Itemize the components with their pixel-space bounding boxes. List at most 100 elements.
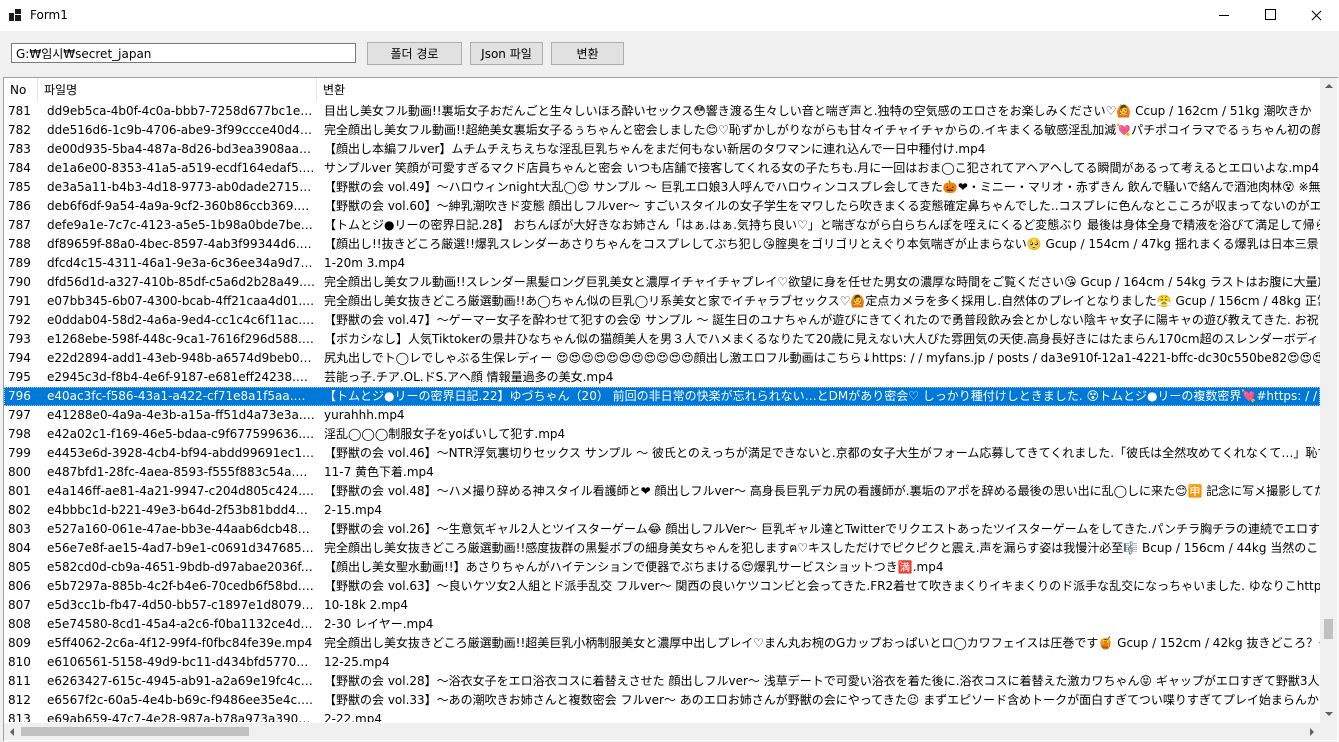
row-no-cell[interactable]: 786 bbox=[8, 197, 38, 216]
table-row[interactable]: 783 de00d935-5ba4-487a-8d26-bd3ea3908aa4.… bbox=[4, 140, 1320, 159]
scroll-down-arrow-icon[interactable] bbox=[1320, 706, 1337, 723]
minimize-icon[interactable] bbox=[1201, 0, 1247, 31]
table-row[interactable]: 800 e487bfd1-28fc-4aea-8593-f555f883c54a.… bbox=[4, 463, 1320, 482]
table-row[interactable]: 793 e1268ebe-598f-448c-9ca1-7616f296d588.… bbox=[4, 330, 1320, 349]
row-converted-cell[interactable]: 2-30 レイヤー.mp4 bbox=[324, 615, 1320, 634]
row-filename-cell[interactable]: dd9eb5ca-4b0f-4c0a-bbb7-7258d677bc1e.mp4 bbox=[47, 102, 315, 121]
table-row[interactable]: 801 e4a146ff-ae81-4a21-9947-c204d805c424.… bbox=[4, 482, 1320, 501]
row-no-cell[interactable]: 782 bbox=[8, 121, 38, 140]
row-filename-cell[interactable]: de3a5a11-b4b3-4d18-9773-ab0dade27151.m..… bbox=[47, 178, 315, 197]
row-no-cell[interactable]: 798 bbox=[8, 425, 38, 444]
row-no-cell[interactable]: 787 bbox=[8, 216, 38, 235]
row-no-cell[interactable]: 790 bbox=[8, 273, 38, 292]
row-filename-cell[interactable]: e4a146ff-ae81-4a21-9947-c204d805c424.mp4 bbox=[47, 482, 315, 501]
row-filename-cell[interactable]: dde516d6-1c9b-4706-abe9-3f99ccce40d4.mp4 bbox=[47, 121, 315, 140]
row-converted-cell[interactable]: 1-20m 3.mp4 bbox=[324, 254, 1320, 273]
row-no-cell[interactable]: 808 bbox=[8, 615, 38, 634]
row-filename-cell[interactable]: e6567f2c-60a5-4e4b-b69c-f9486ee35e4c.mp4 bbox=[47, 691, 315, 710]
row-converted-cell[interactable]: 【野獣の会 vol.46】～NTR浮気裏切りセックス サンプル ～ 彼氏とのえっ… bbox=[324, 444, 1320, 463]
row-filename-cell[interactable]: e4bbbc1d-b221-49e3-b64d-2f53b81bdd40.m..… bbox=[47, 501, 315, 520]
row-no-cell[interactable]: 799 bbox=[8, 444, 38, 463]
row-filename-cell[interactable]: e5b7297a-885b-4c2f-b4e6-70cedb6f58bd.mp4 bbox=[47, 577, 315, 596]
table-row[interactable]: 785 de3a5a11-b4b3-4d18-9773-ab0dade27151.… bbox=[4, 178, 1320, 197]
table-row[interactable]: 796 e40ac3fc-f586-43a1-a422-cf71e8a1f5aa.… bbox=[4, 387, 1320, 406]
row-no-cell[interactable]: 788 bbox=[8, 235, 38, 254]
maximize-icon[interactable] bbox=[1247, 0, 1293, 31]
row-no-cell[interactable]: 791 bbox=[8, 292, 38, 311]
row-converted-cell[interactable]: 10-18k 2.mp4 bbox=[324, 596, 1320, 615]
row-converted-cell[interactable]: 【野獣の会 vol.26】～生意気ギャル2人とツイスターゲーム😂 顔出しフルVe… bbox=[324, 520, 1320, 539]
row-converted-cell[interactable]: 【野獣の会 vol.48】～ハメ撮り辞める神スタイル看護師と❤ 顔出しフルver… bbox=[324, 482, 1320, 501]
row-filename-cell[interactable]: e56e7e8f-ae15-4ad7-b9e1-c0691d347685.mp4 bbox=[47, 539, 315, 558]
row-no-cell[interactable]: 804 bbox=[8, 539, 38, 558]
row-no-cell[interactable]: 802 bbox=[8, 501, 38, 520]
table-row[interactable]: 805 e582cd0d-cb9a-4651-9bdb-d97abae2036f.… bbox=[4, 558, 1320, 577]
file-grid[interactable]: No 파일명 변환 781 dd9eb5ca-4b0f-4c0a-bbb7-725… bbox=[3, 77, 1338, 741]
table-row[interactable]: 784 de1a6e00-8353-41a5-a519-ecdf164edaf5.… bbox=[4, 159, 1320, 178]
table-row[interactable]: 809 e5ff4062-2c6a-4f12-99f4-f0fbc84fe39e.… bbox=[4, 634, 1320, 653]
row-filename-cell[interactable]: e527a160-061e-47ae-bb3e-44aab6dcb482.mp4 bbox=[47, 520, 315, 539]
row-filename-cell[interactable]: e5ff4062-2c6a-4f12-99f4-f0fbc84fe39e.mp4 bbox=[47, 634, 315, 653]
table-row[interactable]: 795 e2945c3d-f8b4-4e6f-9187-e681eff24238.… bbox=[4, 368, 1320, 387]
table-row[interactable]: 797 e41288e0-4a9a-4e3b-a15a-ff51d4a73e3a.… bbox=[4, 406, 1320, 425]
row-converted-cell[interactable]: 尻丸出しでト◯レでしゃぶる生保レディー 😍😍😍😍😍😍😍😍😍😍😍顔出し激エロフル動… bbox=[324, 349, 1320, 368]
table-row[interactable]: 806 e5b7297a-885b-4c2f-b4e6-70cedb6f58bd.… bbox=[4, 577, 1320, 596]
row-filename-cell[interactable]: deb6f6df-9a54-4a9a-9cf2-360b86ccb369.mp4 bbox=[47, 197, 315, 216]
table-row[interactable]: 788 df89659f-88a0-4bec-8597-4ab3f99344d6.… bbox=[4, 235, 1320, 254]
row-filename-cell[interactable]: defe9a1e-7c7c-4123-a5e5-1b98a0bde7be.mp4 bbox=[47, 216, 315, 235]
row-no-cell[interactable]: 807 bbox=[8, 596, 38, 615]
row-converted-cell[interactable]: 完全顔出し美女フル動画!!超絶美女裏垢女子るぅちゃんと密会しました😊♡恥ずかしが… bbox=[324, 121, 1320, 140]
table-row[interactable]: 782 dde516d6-1c9b-4706-abe9-3f99ccce40d4.… bbox=[4, 121, 1320, 140]
row-no-cell[interactable]: 800 bbox=[8, 463, 38, 482]
scroll-up-arrow-icon[interactable] bbox=[1320, 78, 1337, 95]
row-converted-cell[interactable]: 【野獣の会 vol.63】～良いケツ女2人組とド派手乱交 フルver～ 関西の良… bbox=[324, 577, 1320, 596]
row-filename-cell[interactable]: e487bfd1-28fc-4aea-8593-f555f883c54a.mp4 bbox=[47, 463, 315, 482]
row-no-cell[interactable]: 785 bbox=[8, 178, 38, 197]
row-converted-cell[interactable]: 【ボカシなし】人気Tiktokerの景井ひなちゃん似の猫顔美人を男３人でハメまく… bbox=[324, 330, 1320, 349]
table-row[interactable]: 799 e4453e6d-3928-4cb4-bf94-abdd99691ec1.… bbox=[4, 444, 1320, 463]
table-row[interactable]: 794 e22d2894-add1-43eb-948b-a6574d9beb07.… bbox=[4, 349, 1320, 368]
row-no-cell[interactable]: 784 bbox=[8, 159, 38, 178]
row-filename-cell[interactable]: dfcd4c15-4311-46a1-9e3a-6c36ee34a9d7.mp4 bbox=[47, 254, 315, 273]
row-converted-cell[interactable]: 11-7 黄色下着.mp4 bbox=[324, 463, 1320, 482]
table-row[interactable]: 803 e527a160-061e-47ae-bb3e-44aab6dcb482.… bbox=[4, 520, 1320, 539]
row-filename-cell[interactable]: e07bb345-6b07-4300-bcab-4ff21caa4d01.mp4 bbox=[47, 292, 315, 311]
close-icon[interactable] bbox=[1293, 0, 1339, 31]
row-converted-cell[interactable]: 12-25.mp4 bbox=[324, 653, 1320, 672]
vertical-scrollbar[interactable] bbox=[1320, 78, 1337, 723]
row-filename-cell[interactable]: e41288e0-4a9a-4e3b-a15a-ff51d4a73e3a.mp4 bbox=[47, 406, 315, 425]
row-no-cell[interactable]: 783 bbox=[8, 140, 38, 159]
table-row[interactable]: 786 deb6f6df-9a54-4a9a-9cf2-360b86ccb369.… bbox=[4, 197, 1320, 216]
row-filename-cell[interactable]: e582cd0d-cb9a-4651-9bdb-d97abae2036f.mp4 bbox=[47, 558, 315, 577]
row-filename-cell[interactable]: de1a6e00-8353-41a5-a519-ecdf164edaf5.mp4 bbox=[47, 159, 315, 178]
table-row[interactable]: 781 dd9eb5ca-4b0f-4c0a-bbb7-7258d677bc1e.… bbox=[4, 102, 1320, 121]
table-row[interactable]: 813 e69ab659-47c7-4e28-987a-b78a973a390e.… bbox=[4, 710, 1320, 722]
table-row[interactable]: 791 e07bb345-6b07-4300-bcab-4ff21caa4d01.… bbox=[4, 292, 1320, 311]
row-converted-cell[interactable]: サンプルver 笑顔が可愛すぎるマクド店員ちゃんと密会 いつも店舗で接客してくれ… bbox=[324, 159, 1320, 178]
row-converted-cell[interactable]: 完全顔出し美女抜きどころ厳選動画!!感度抜群の黒髪ボブの細身美女ちゃんを犯します… bbox=[324, 539, 1320, 558]
row-no-cell[interactable]: 809 bbox=[8, 634, 38, 653]
row-converted-cell[interactable]: 完全顔出し美女フル動画!!スレンダー黒髪ロング巨乳美女と濃厚イチャイチャプレイ♡… bbox=[324, 273, 1320, 292]
row-filename-cell[interactable]: df89659f-88a0-4bec-8597-4ab3f99344d6.mp4 bbox=[47, 235, 315, 254]
row-no-cell[interactable]: 792 bbox=[8, 311, 38, 330]
column-header-converted[interactable]: 변환 bbox=[317, 78, 1320, 102]
row-no-cell[interactable]: 781 bbox=[8, 102, 38, 121]
row-filename-cell[interactable]: e40ac3fc-f586-43a1-a422-cf71e8a1f5aa.mp4 bbox=[47, 387, 315, 406]
row-no-cell[interactable]: 796 bbox=[8, 387, 38, 406]
column-header-filename[interactable]: 파일명 bbox=[38, 78, 317, 102]
row-converted-cell[interactable]: 【野獣の会 vol.47】～ゲーマー女子を酔わせて犯すの会😵 サンプル ～ 誕生… bbox=[324, 311, 1320, 330]
table-row[interactable]: 811 e6263427-615c-4945-ab91-a2a69e19fc4c.… bbox=[4, 672, 1320, 691]
table-row[interactable]: 804 e56e7e8f-ae15-4ad7-b9e1-c0691d347685.… bbox=[4, 539, 1320, 558]
row-filename-cell[interactable]: e22d2894-add1-43eb-948b-a6574d9beb07.m..… bbox=[47, 349, 315, 368]
table-row[interactable]: 807 e5d3cc1b-fb47-4d50-bb57-c1897e1d8079.… bbox=[4, 596, 1320, 615]
row-filename-cell[interactable]: de00d935-5ba4-487a-8d26-bd3ea3908aa4.mp4 bbox=[47, 140, 315, 159]
scroll-right-arrow-icon[interactable] bbox=[1303, 723, 1320, 740]
row-no-cell[interactable]: 795 bbox=[8, 368, 38, 387]
folder-path-input[interactable] bbox=[11, 43, 356, 63]
column-header-no[interactable]: No bbox=[4, 78, 38, 102]
row-filename-cell[interactable]: e0ddab04-58d2-4a6a-9ed4-cc1c4c6f11ac.mp4 bbox=[47, 311, 315, 330]
horizontal-scroll-thumb[interactable] bbox=[21, 727, 249, 736]
horizontal-scrollbar[interactable] bbox=[4, 723, 1320, 740]
row-filename-cell[interactable]: e2945c3d-f8b4-4e6f-9187-e681eff24238.mp4 bbox=[47, 368, 315, 387]
row-converted-cell[interactable]: 完全顔出し美女抜きどころ厳選動画!!あ◯ちゃん似の巨乳◯リ系美女と家でイチャラブ… bbox=[324, 292, 1320, 311]
